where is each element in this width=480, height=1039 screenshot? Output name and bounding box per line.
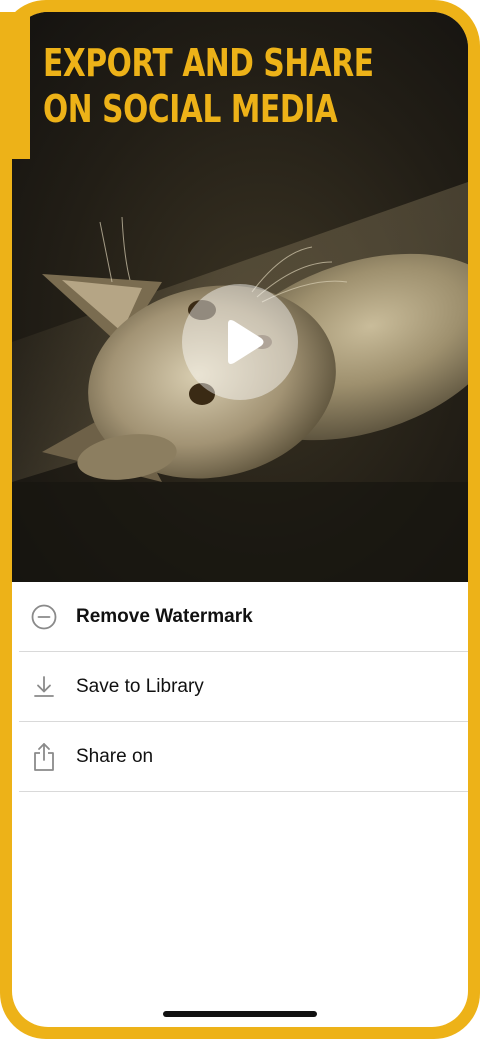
save-to-library-label: Save to Library: [76, 675, 204, 697]
remove-watermark-label: Remove Watermark: [76, 605, 253, 627]
remove-watermark-button[interactable]: Remove Watermark: [19, 582, 468, 652]
home-indicator[interactable]: [163, 1011, 317, 1017]
share-on-label: Share on: [76, 745, 154, 767]
play-button[interactable]: [182, 284, 298, 400]
download-icon: [31, 674, 57, 700]
minus-circle-icon: [31, 604, 57, 630]
share-icon: [31, 742, 57, 771]
accent-tab: [0, 12, 30, 159]
save-to-library-button[interactable]: Save to Library: [19, 652, 468, 722]
device-frame: EXPORT AND SHARE ON SOCIAL MEDIA Remove …: [0, 0, 480, 1039]
promo-title-line-2: ON SOCIAL MEDIA: [43, 87, 338, 131]
share-on-button[interactable]: Share on: [19, 722, 468, 792]
promo-title-line-1: EXPORT AND SHARE: [43, 41, 374, 85]
video-preview[interactable]: EXPORT AND SHARE ON SOCIAL MEDIA: [12, 12, 468, 582]
play-icon: [228, 320, 264, 364]
export-menu: Remove Watermark Save to Library Share o…: [12, 582, 468, 792]
screen: EXPORT AND SHARE ON SOCIAL MEDIA Remove …: [12, 12, 468, 1027]
promo-title: EXPORT AND SHARE ON SOCIAL MEDIA: [43, 40, 374, 132]
